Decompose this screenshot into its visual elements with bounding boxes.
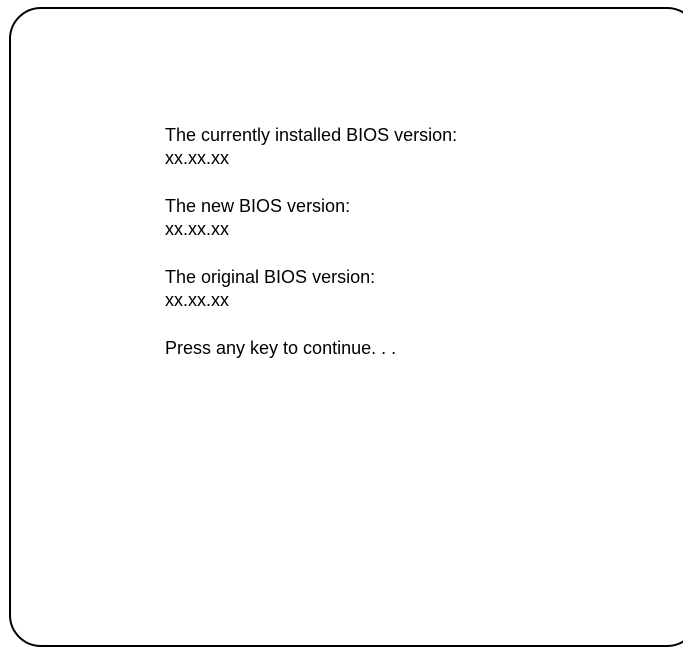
- original-bios-label: The original BIOS version:: [165, 267, 376, 287]
- original-bios-block: The original BIOS version: xx.xx.xx: [165, 266, 457, 312]
- new-bios-value: xx.xx.xx: [165, 219, 230, 239]
- new-bios-label: The new BIOS version:: [165, 196, 351, 216]
- installed-bios-value: xx.xx.xx: [165, 148, 230, 168]
- new-bios-block: The new BIOS version: xx.xx.xx: [165, 195, 457, 241]
- original-bios-value: xx.xx.xx: [165, 290, 230, 310]
- installed-bios-block: The currently installed BIOS version: xx…: [165, 124, 457, 170]
- continue-prompt-block: Press any key to continue. . .: [165, 337, 457, 360]
- installed-bios-label: The currently installed BIOS version:: [165, 125, 458, 145]
- bios-info-panel: The currently installed BIOS version: xx…: [165, 124, 457, 385]
- continue-prompt: Press any key to continue. . .: [165, 338, 397, 358]
